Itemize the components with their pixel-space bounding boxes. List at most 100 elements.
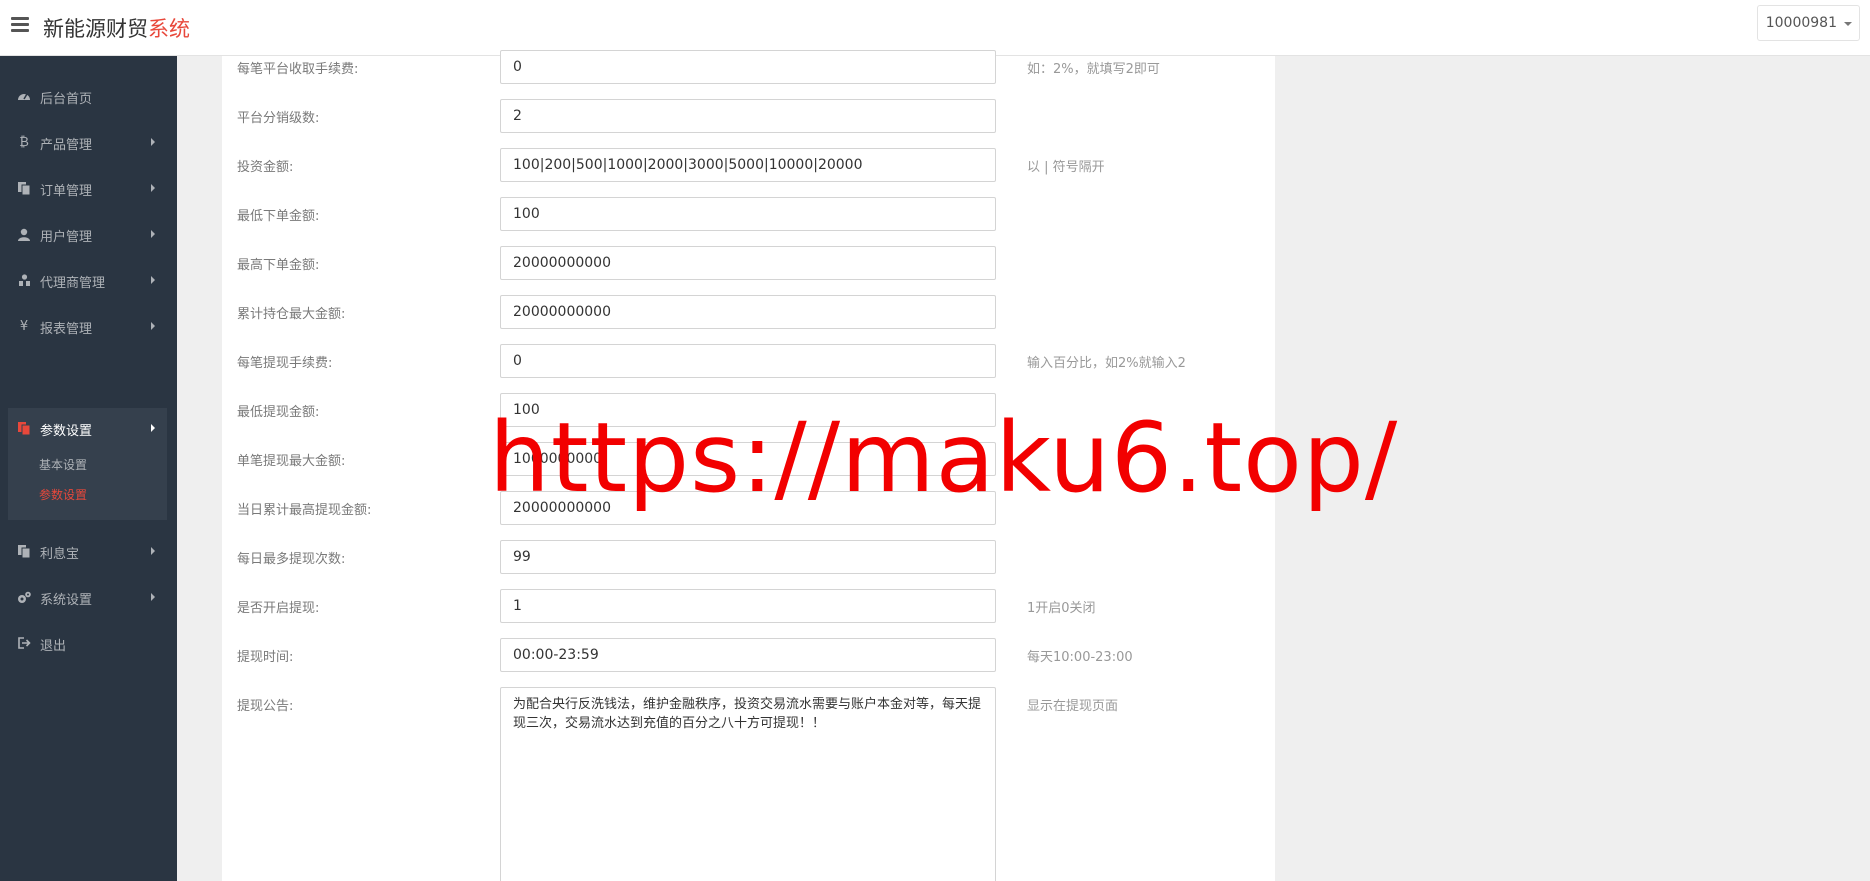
user-dropdown[interactable]: 10000981 xyxy=(1756,5,1860,41)
sidebar-item-logout[interactable]: 退出 xyxy=(8,623,167,663)
form-row: 提现时间: 每天10:00-23:00 xyxy=(222,638,1275,679)
copy-icon xyxy=(17,181,31,195)
daily-max-withdraw-input[interactable] xyxy=(500,491,996,525)
field-label: 提现公告: xyxy=(237,699,294,714)
field-label: 当日累计最高提现金额: xyxy=(237,503,372,518)
sidebar-item-label: 用户管理 xyxy=(40,230,93,245)
field-label: 投资金额: xyxy=(237,160,294,175)
field-label: 最低提现金额: xyxy=(237,405,320,420)
menu-toggle-icon[interactable] xyxy=(11,17,29,33)
sidebar-item-orders[interactable]: 订单管理 xyxy=(8,168,167,208)
sidebar-item-label: 代理商管理 xyxy=(40,276,106,291)
brand-title[interactable]: 新能源财贸系统 xyxy=(43,13,190,43)
field-hint: 输入百分比，如2%就输入2 xyxy=(1027,356,1186,371)
sidebar-item-label: 产品管理 xyxy=(40,138,93,153)
form-row: 当日累计最高提现金额: xyxy=(222,491,1275,532)
field-hint: 1开启0关闭 xyxy=(1027,601,1096,616)
sidebar-item-label: 利息宝 xyxy=(40,547,80,562)
brand-accent-text: 系统 xyxy=(148,17,190,41)
sidebar: 后台首页 ₿ 产品管理 订单管理 用户管理 代理商管理 ¥ 报表管理 参数设置 … xyxy=(0,56,177,881)
min-order-amount-input[interactable] xyxy=(500,197,996,231)
yen-icon: ¥ xyxy=(19,318,29,334)
sitemap-icon xyxy=(17,273,31,287)
field-hint: 如：2%，就填写2即可 xyxy=(1027,62,1160,77)
sidebar-subitem-basic-settings[interactable]: 基本设置 xyxy=(39,456,87,473)
sidebar-item-label: 退出 xyxy=(40,639,67,654)
sign-out-icon xyxy=(17,636,31,650)
withdraw-time-input[interactable] xyxy=(500,638,996,672)
sidebar-item-users[interactable]: 用户管理 xyxy=(8,214,167,254)
sidebar-item-params[interactable]: 参数设置 xyxy=(8,408,167,448)
sidebar-item-agents[interactable]: 代理商管理 xyxy=(8,260,167,300)
chevron-right-icon xyxy=(151,424,155,432)
dashboard-icon xyxy=(17,89,31,103)
chevron-right-icon xyxy=(151,230,155,238)
form-row: 最高下单金额: xyxy=(222,246,1275,287)
field-label: 提现时间: xyxy=(237,650,294,665)
form-row: 平台分销级数: xyxy=(222,99,1275,140)
platform-fee-input[interactable] xyxy=(500,50,996,84)
top-bar: 新能源财贸系统 10000981 xyxy=(0,0,1870,56)
sidebar-item-label: 参数设置 xyxy=(40,424,93,439)
withdraw-fee-input[interactable] xyxy=(500,344,996,378)
form-row: 每笔提现手续费: 输入百分比，如2%就输入2 xyxy=(222,344,1275,385)
sidebar-item-label: 系统设置 xyxy=(40,593,93,608)
sidebar-group-params: 参数设置 基本设置 参数设置 xyxy=(8,408,167,520)
max-order-amount-input[interactable] xyxy=(500,246,996,280)
field-hint: 显示在提现页面 xyxy=(1027,699,1119,714)
withdraw-enabled-input[interactable] xyxy=(500,589,996,623)
field-hint: 每天10:00-23:00 xyxy=(1027,650,1133,665)
cogs-icon xyxy=(17,590,31,604)
sidebar-item-system-settings[interactable]: 系统设置 xyxy=(8,577,167,617)
sidebar-item-products[interactable]: ₿ 产品管理 xyxy=(8,122,167,162)
max-single-withdraw-input[interactable] xyxy=(500,442,996,476)
distribution-levels-input[interactable] xyxy=(500,99,996,133)
field-label: 最低下单金额: xyxy=(237,209,320,224)
chevron-right-icon xyxy=(151,276,155,284)
user-id: 10000981 xyxy=(1765,15,1837,31)
chevron-right-icon xyxy=(151,547,155,555)
daily-withdraw-count-input[interactable] xyxy=(500,540,996,574)
form-row: 投资金额: 以 | 符号隔开 xyxy=(222,148,1275,189)
field-label: 每笔平台收取手续费: xyxy=(237,62,359,77)
form-row: 单笔提现最大金额: xyxy=(222,442,1275,483)
bitcoin-icon: ₿ xyxy=(19,135,29,150)
field-hint: 以 | 符号隔开 xyxy=(1027,160,1105,175)
chevron-right-icon xyxy=(151,593,155,601)
sidebar-subitem-param-settings[interactable]: 参数设置 xyxy=(39,486,87,503)
caret-down-icon xyxy=(1844,22,1852,26)
field-label: 是否开启提现: xyxy=(237,601,320,616)
form-row: 提现公告: 为配合央行反洗钱法，维护金融秩序，投资交易流水需要与账户本金对等，每… xyxy=(222,687,1275,881)
investment-amounts-input[interactable] xyxy=(500,148,996,182)
form-row: 每日最多提现次数: xyxy=(222,540,1275,581)
form-row: 最低下单金额: xyxy=(222,197,1275,238)
max-position-amount-input[interactable] xyxy=(500,295,996,329)
sidebar-item-label: 订单管理 xyxy=(40,184,93,199)
chevron-right-icon xyxy=(151,322,155,330)
field-label: 平台分销级数: xyxy=(237,111,320,126)
sidebar-item-dashboard[interactable]: 后台首页 xyxy=(8,76,167,116)
field-label: 累计持仓最大金额: xyxy=(237,307,346,322)
field-label: 最高下单金额: xyxy=(237,258,320,273)
sidebar-item-label: 后台首页 xyxy=(40,92,93,107)
field-label: 每笔提现手续费: xyxy=(237,356,333,371)
form-row: 最低提现金额: xyxy=(222,393,1275,434)
min-withdraw-amount-input[interactable] xyxy=(500,393,996,427)
copy-icon xyxy=(17,421,31,435)
chevron-right-icon xyxy=(151,184,155,192)
chevron-right-icon xyxy=(151,138,155,146)
form-row: 累计持仓最大金额: xyxy=(222,295,1275,336)
form-row: 是否开启提现: 1开启0关闭 xyxy=(222,589,1275,630)
settings-form-panel: 每笔平台收取手续费: 如：2%，就填写2即可 平台分销级数: 投资金额: 以 |… xyxy=(222,50,1275,881)
field-label: 单笔提现最大金额: xyxy=(237,454,346,469)
user-icon xyxy=(17,227,31,241)
form-row: 每笔平台收取手续费: 如：2%，就填写2即可 xyxy=(222,50,1275,91)
copy-icon xyxy=(17,544,31,558)
sidebar-item-reports[interactable]: ¥ 报表管理 xyxy=(8,306,167,346)
main-content: 每笔平台收取手续费: 如：2%，就填写2即可 平台分销级数: 投资金额: 以 |… xyxy=(177,50,1870,881)
sidebar-item-label: 报表管理 xyxy=(40,322,93,337)
sidebar-item-interest[interactable]: 利息宝 xyxy=(8,531,167,571)
field-label: 每日最多提现次数: xyxy=(237,552,346,567)
withdraw-notice-textarea[interactable]: 为配合央行反洗钱法，维护金融秩序，投资交易流水需要与账户本金对等，每天提现三次，… xyxy=(500,687,996,881)
brand-main-text: 新能源财贸 xyxy=(43,17,148,41)
